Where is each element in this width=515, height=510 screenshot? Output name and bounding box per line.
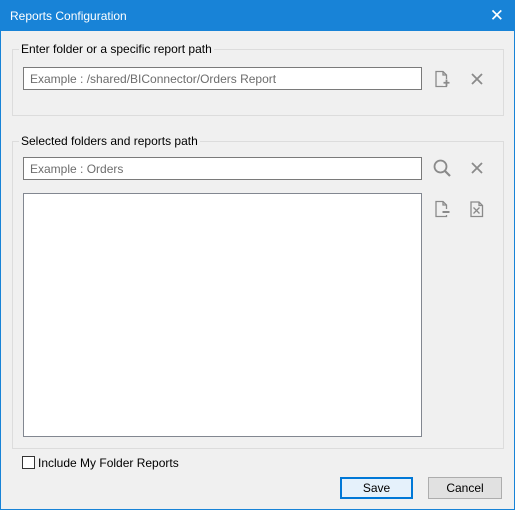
reports-configuration-dialog: Reports Configuration ✕ Enter folder or … bbox=[0, 0, 515, 510]
close-icon[interactable]: ✕ bbox=[490, 6, 504, 26]
selected-paths-list[interactable] bbox=[23, 193, 422, 437]
clear-path-icon[interactable] bbox=[466, 68, 488, 90]
search-icon[interactable] bbox=[431, 157, 453, 179]
clear-filter-icon[interactable] bbox=[466, 157, 488, 179]
add-document-icon[interactable] bbox=[431, 68, 453, 90]
selected-group-legend: Selected folders and reports path bbox=[19, 134, 200, 148]
save-button[interactable]: Save bbox=[340, 477, 413, 499]
include-my-folder-label[interactable]: Include My Folder Reports bbox=[38, 456, 179, 470]
report-path-input[interactable] bbox=[23, 67, 422, 90]
filter-input[interactable] bbox=[23, 157, 422, 180]
dialog-title: Reports Configuration bbox=[10, 9, 127, 23]
title-bar: Reports Configuration ✕ bbox=[1, 1, 514, 31]
remove-all-icon[interactable] bbox=[466, 198, 488, 220]
cancel-button[interactable]: Cancel bbox=[428, 477, 502, 499]
path-group-legend: Enter folder or a specific report path bbox=[19, 42, 214, 56]
remove-document-icon[interactable] bbox=[431, 198, 453, 220]
include-my-folder-checkbox[interactable] bbox=[22, 456, 35, 469]
